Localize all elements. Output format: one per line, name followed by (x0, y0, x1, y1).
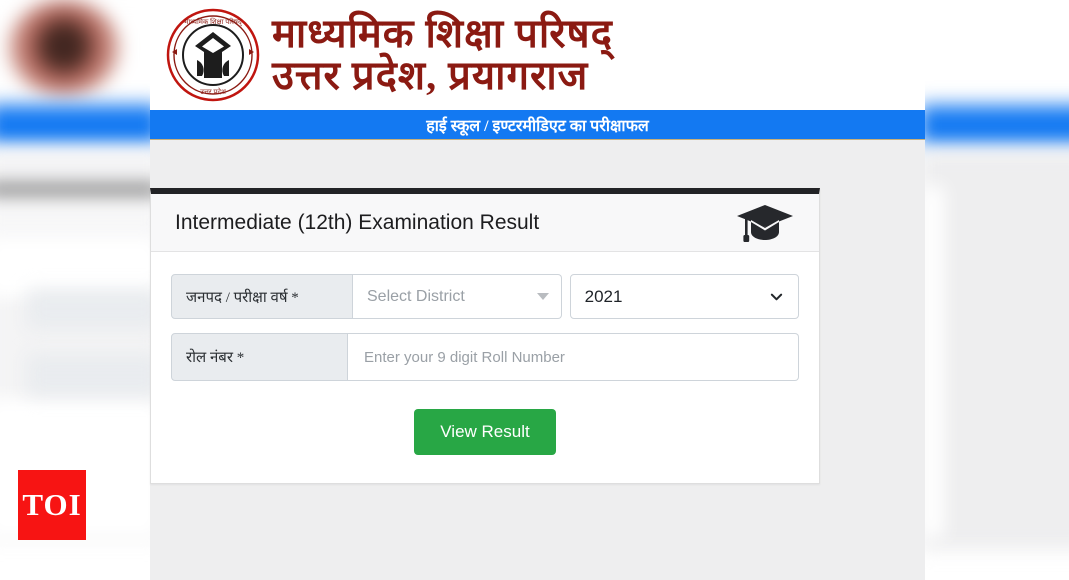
blurred-left-card-header-bleed (0, 186, 160, 238)
roll-number-input[interactable]: Enter your 9 digit Roll Number (348, 333, 799, 381)
chevron-down-icon (769, 289, 784, 304)
board-emblem-icon: माध्यमिक शिक्षा परिषद् उत्तर प्रदेश (164, 8, 262, 102)
site-header: माध्यमिक शिक्षा परिषद् उत्तर प्रदेश माध्… (150, 0, 925, 110)
blurred-left-field-row-2 (28, 355, 160, 395)
roll-number-placeholder: Enter your 9 digit Roll Number (364, 348, 565, 366)
result-card: Intermediate (12th) Examination Result ज… (150, 188, 820, 484)
year-select[interactable]: 2021 (569, 274, 799, 319)
page-title: Intermediate (12th) Examination Result (175, 210, 540, 234)
roll-number-row: रोल नंबर * Enter your 9 digit Roll Numbe… (171, 333, 799, 381)
blurred-emblem-shape (8, 0, 120, 96)
board-name-line-2: उत्तर प्रदेश, प्रयागराज (272, 53, 589, 98)
board-name-line-1: माध्यमिक शिक्षा परिषद् (272, 10, 613, 56)
year-select-value: 2021 (584, 286, 623, 306)
blurred-left-card-strip (0, 236, 160, 298)
blurred-right-banner-bleed (920, 99, 1069, 151)
graduation-cap-icon (735, 202, 795, 244)
result-banner: हाई स्कूल / इण्टरमीडिएट का परीक्षाफल (150, 110, 925, 140)
caret-down-icon (536, 293, 549, 300)
blurred-left-banner-bleed (0, 99, 160, 151)
board-name-heading: माध्यमिक शिक्षा परिषद् उत्तर प्रदेश, प्र… (272, 10, 613, 98)
main-content-column: माध्यमिक शिक्षा परिषद् उत्तर प्रदेश माध्… (150, 0, 925, 580)
blurred-right-top-bleed (920, 0, 1069, 102)
result-card-header: Intermediate (12th) Examination Result (151, 194, 819, 252)
blurred-left-field-row-1 (28, 290, 160, 328)
district-select-value: Select District (367, 287, 465, 305)
result-form: जनपद / परीक्षा वर्ष * Select District 20… (151, 252, 819, 483)
blurred-left-logo-bleed (0, 0, 160, 106)
toi-watermark-text: TOI (22, 487, 82, 522)
district-year-row: जनपद / परीक्षा वर्ष * Select District 20… (171, 274, 799, 319)
submit-row: View Result (171, 409, 799, 455)
result-banner-text: हाई स्कूल / इण्टरमीडिएट का परीक्षाफल (426, 117, 649, 135)
roll-number-label: रोल नंबर * (171, 333, 348, 381)
district-select[interactable]: Select District (353, 274, 562, 319)
page-root: माध्यमिक शिक्षा परिषद् उत्तर प्रदेश माध्… (0, 0, 1069, 580)
page-body: Intermediate (12th) Examination Result ज… (150, 140, 925, 580)
district-year-label: जनपद / परीक्षा वर्ष * (171, 274, 353, 319)
toi-watermark: TOI (18, 470, 86, 540)
svg-text:माध्यमिक शिक्षा परिषद्: माध्यमिक शिक्षा परिषद् (184, 17, 242, 26)
view-result-button[interactable]: View Result (414, 409, 556, 455)
svg-text:उत्तर प्रदेश: उत्तर प्रदेश (200, 87, 226, 96)
